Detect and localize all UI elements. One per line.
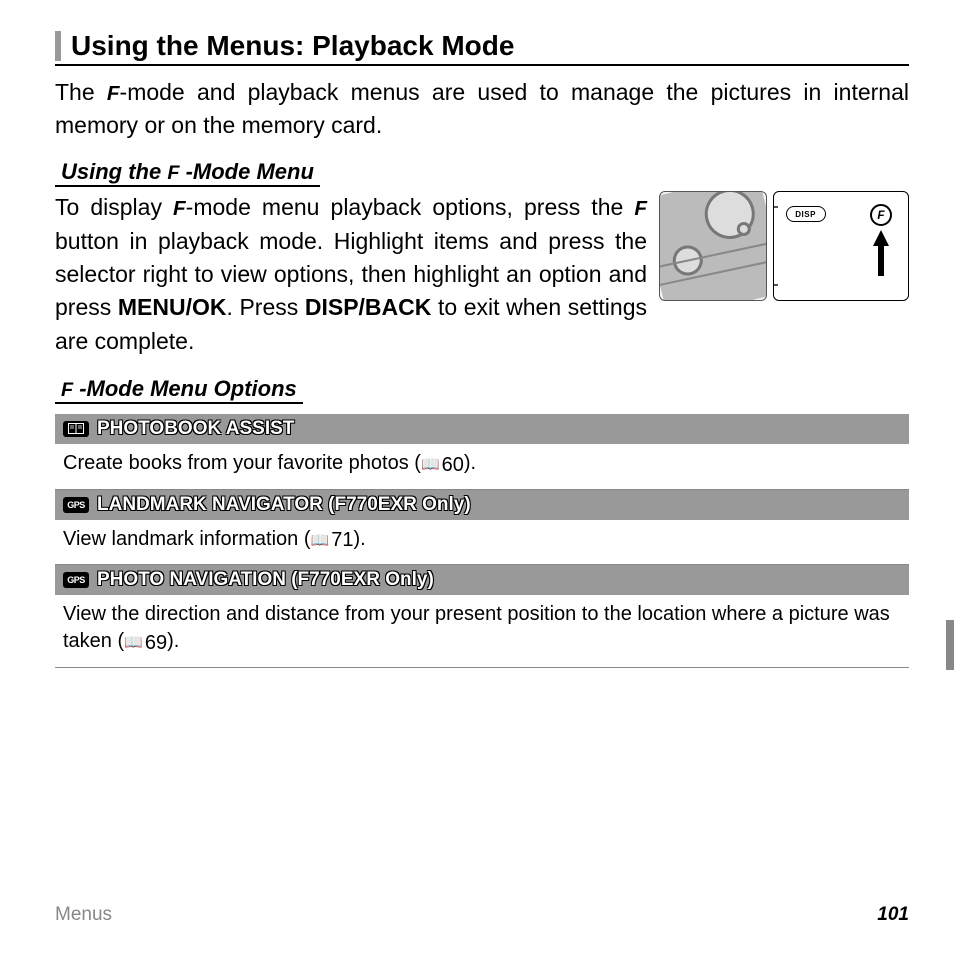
option-desc-photonav: View the direction and distance from you… bbox=[55, 595, 909, 668]
f-glyph-icon: F bbox=[173, 197, 186, 220]
desc-post: ). bbox=[353, 528, 365, 550]
arrow-up-icon bbox=[872, 228, 890, 278]
f-glyph-icon: F bbox=[634, 197, 647, 220]
gps-icon: GPS bbox=[63, 572, 89, 588]
desc-pre: Create books from your favorite photos ( bbox=[63, 452, 421, 474]
option-desc-photobook: Create books from your favorite photos (… bbox=[55, 444, 909, 490]
page-footer: Menus 101 bbox=[55, 904, 909, 926]
gps-icon: GPS bbox=[63, 497, 89, 513]
body-block: To display F-mode menu playback options,… bbox=[55, 191, 909, 358]
option-desc-landmark: View landmark information (📖 71). bbox=[55, 520, 909, 566]
intro-paragraph: The F-mode and playback menus are used t… bbox=[55, 76, 909, 141]
desc-post: ). bbox=[167, 630, 179, 652]
title-accent-bar bbox=[55, 31, 61, 61]
disp-back-label: DISP/BACK bbox=[305, 294, 432, 320]
footer-page-number: 101 bbox=[877, 904, 909, 926]
sub1-post: -Mode Menu bbox=[186, 159, 314, 184]
f-glyph-icon: F bbox=[107, 82, 120, 105]
page-ref: 📖 69 bbox=[124, 630, 167, 657]
intro-pre: The bbox=[55, 79, 107, 105]
page-num: 60 bbox=[442, 452, 464, 479]
b1b: -mode menu playback options, press the bbox=[186, 194, 635, 220]
f-glyph-icon: F bbox=[167, 162, 179, 184]
page-num: 69 bbox=[145, 630, 167, 657]
camera-illustration: DISP F bbox=[659, 191, 909, 301]
option-title: PHOTO NAVIGATION (F770EXR Only) bbox=[97, 569, 434, 591]
option-header-photonav: GPS PHOTO NAVIGATION (F770EXR Only) bbox=[55, 565, 909, 595]
f-glyph-icon: F bbox=[61, 379, 73, 401]
page-ref-icon: 📖 bbox=[311, 531, 330, 551]
option-header-landmark: GPS LANDMARK NAVIGATOR (F770EXR Only) bbox=[55, 490, 909, 520]
page-ref: 📖 71 bbox=[311, 527, 354, 554]
sub2-post: -Mode Menu Options bbox=[79, 376, 297, 401]
page-title-wrap: Using the Menus: Playback Mode bbox=[55, 30, 909, 66]
sub1-pre: Using the bbox=[61, 159, 167, 184]
button-callout-panel: DISP F bbox=[773, 191, 909, 301]
section-tab-marker bbox=[946, 620, 954, 670]
b1d: . Press bbox=[226, 294, 304, 320]
option-title: LANDMARK NAVIGATOR (F770EXR Only) bbox=[97, 494, 471, 516]
disp-button-icon: DISP bbox=[786, 206, 826, 222]
option-header-photobook: PHOTOBOOK ASSIST bbox=[55, 414, 909, 444]
body-paragraph: To display F-mode menu playback options,… bbox=[55, 191, 647, 358]
desc-pre: View the direction and distance from you… bbox=[63, 603, 890, 652]
page-ref: 📖 60 bbox=[421, 452, 464, 479]
option-title: PHOTOBOOK ASSIST bbox=[97, 418, 294, 440]
page-ref-icon: 📖 bbox=[124, 633, 143, 653]
photobook-icon bbox=[63, 421, 89, 437]
page-title: Using the Menus: Playback Mode bbox=[71, 30, 514, 62]
desc-post: ). bbox=[464, 452, 476, 474]
menu-ok-label: MENU/OK bbox=[118, 294, 227, 320]
intro-post: -mode and playback menus are used to man… bbox=[55, 79, 909, 138]
option-rows: PHOTOBOOK ASSIST Create books from your … bbox=[55, 414, 909, 668]
dash-connector-bottom bbox=[773, 284, 778, 286]
subhead-using-fmode: Using the F -Mode Menu bbox=[55, 159, 320, 187]
b1a: To display bbox=[55, 194, 173, 220]
page-ref-icon: 📖 bbox=[421, 455, 440, 475]
footer-section-label: Menus bbox=[55, 904, 112, 926]
desc-pre: View landmark information ( bbox=[63, 528, 311, 550]
subhead-fmode-options: F -Mode Menu Options bbox=[55, 376, 303, 404]
f-button-icon: F bbox=[870, 204, 892, 226]
page-num: 71 bbox=[331, 527, 353, 554]
dash-connector-top bbox=[773, 206, 778, 208]
camera-body-panel bbox=[659, 191, 767, 301]
